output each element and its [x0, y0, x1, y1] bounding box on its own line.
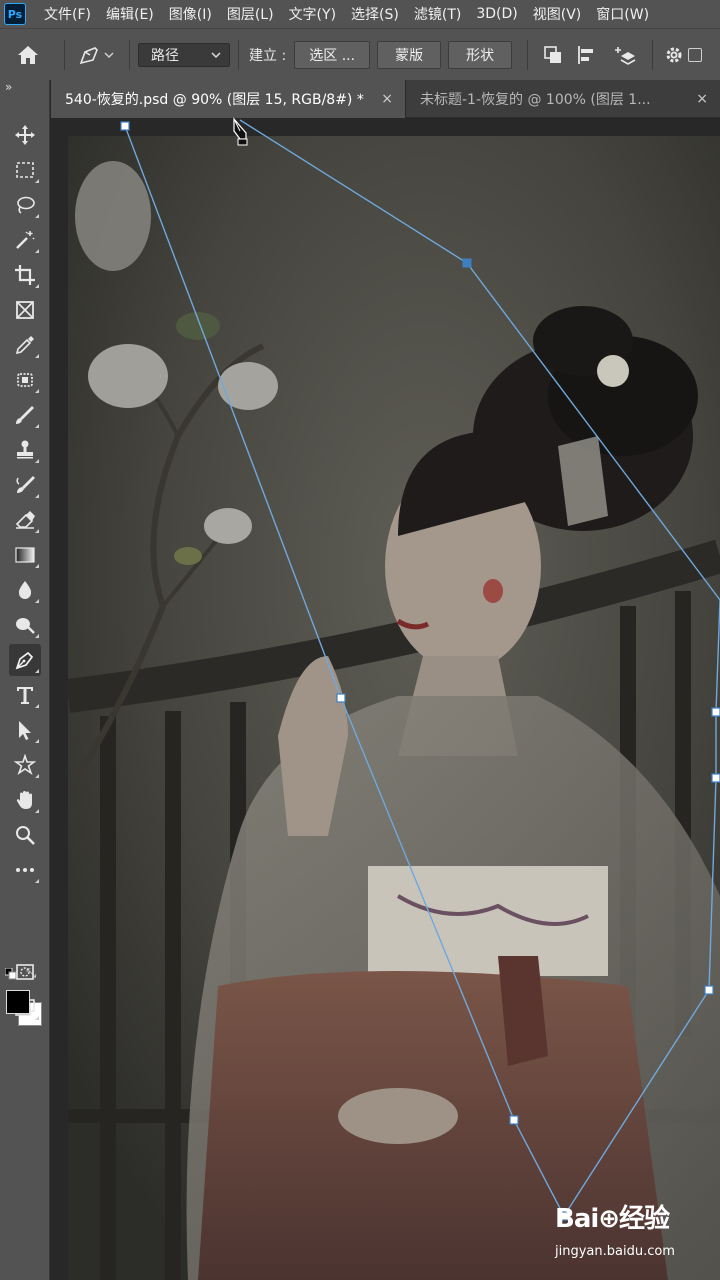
menu-3d[interactable]: 3D(D)	[476, 6, 517, 22]
stamp-tool-icon[interactable]	[9, 434, 41, 466]
options-bar: 路径 建立 : 选区 ... 蒙版 形状	[0, 28, 720, 80]
foreground-color-swatch[interactable]	[6, 990, 30, 1014]
path-alignment-icon[interactable]	[570, 35, 604, 75]
zoom-tool-icon[interactable]	[9, 819, 41, 851]
menu-file[interactable]: 文件(F)	[44, 4, 91, 24]
menu-window[interactable]: 窗口(W)	[596, 4, 649, 24]
make-shape-button[interactable]: 形状	[448, 40, 513, 69]
close-icon[interactable]: ×	[696, 91, 708, 107]
magic-wand-icon[interactable]	[9, 224, 41, 256]
gradient-tool-icon[interactable]	[9, 539, 41, 571]
crop-tool-icon[interactable]	[9, 259, 41, 291]
menu-image[interactable]: 图像(I)	[169, 4, 212, 24]
hand-tool-icon[interactable]	[9, 784, 41, 816]
chevron-down-icon	[211, 51, 221, 58]
tool-mode-value: 路径	[151, 47, 179, 64]
more-tools-icon[interactable]	[9, 854, 41, 886]
history-brush-icon[interactable]	[9, 469, 41, 501]
gear-icon[interactable]	[661, 35, 687, 75]
make-mask-button[interactable]: 蒙版	[377, 40, 442, 69]
photoshop-logo: Ps	[4, 3, 26, 25]
blur-tool-icon[interactable]	[9, 574, 41, 606]
watermark-logo: Bai⊕经验	[555, 1204, 670, 1234]
tab-document-active[interactable]: 540-恢复的.psd @ 90% (图层 15, RGB/8#) * ×	[51, 80, 405, 118]
collapse-panel-icon[interactable]: »	[5, 80, 12, 94]
document-workspace[interactable]	[51, 119, 720, 1280]
menu-select[interactable]: 选择(S)	[351, 4, 399, 24]
frame-tool-icon[interactable]	[9, 294, 41, 326]
separator	[527, 39, 529, 70]
path-arrangement-icon[interactable]	[604, 35, 644, 75]
rubber-band-checkbox[interactable]	[687, 35, 703, 75]
menu-edit[interactable]: 编辑(E)	[106, 4, 154, 24]
tab-document-inactive[interactable]: 未标题-1-恢复的 @ 100% (图层 1... ×	[405, 80, 720, 118]
separator	[129, 39, 130, 70]
patch-tool-icon[interactable]	[9, 364, 41, 396]
pen-tool-preset-icon[interactable]	[73, 35, 121, 75]
menu-type[interactable]: 文字(Y)	[289, 4, 336, 24]
baidu-jingyan-watermark: Bai⊕经验 jingyan.baidu.com	[555, 1198, 715, 1268]
tools-panel: » ⤡	[0, 80, 50, 1280]
separator	[238, 39, 239, 70]
tab-label: 未标题-1-恢复的 @ 100% (图层 1...	[420, 92, 651, 108]
make-label: 建立 :	[249, 47, 287, 64]
menu-filter[interactable]: 滤镜(T)	[414, 4, 461, 24]
move-tool-icon[interactable]	[9, 119, 41, 151]
custom-shape-icon[interactable]	[9, 749, 41, 781]
close-icon[interactable]: ×	[381, 91, 393, 107]
menu-layer[interactable]: 图层(L)	[227, 4, 274, 24]
watermark-url: jingyan.baidu.com	[555, 1244, 675, 1259]
tab-label: 540-恢复的.psd @ 90% (图层 15, RGB/8#) *	[65, 92, 364, 108]
path-selection-icon[interactable]	[9, 714, 41, 746]
path-operations-icon[interactable]	[536, 35, 570, 75]
make-selection-button[interactable]: 选区 ...	[294, 40, 371, 69]
tool-mode-select[interactable]: 路径	[138, 42, 230, 67]
menu-bar: Ps 文件(F) 编辑(E) 图像(I) 图层(L) 文字(Y) 选择(S) 滤…	[0, 0, 720, 28]
separator	[64, 39, 65, 70]
home-icon[interactable]	[0, 35, 56, 75]
document-tab-bar: 540-恢复的.psd @ 90% (图层 15, RGB/8#) * × 未标…	[51, 80, 720, 118]
brush-tool-icon[interactable]	[9, 399, 41, 431]
type-tool-icon[interactable]	[9, 679, 41, 711]
pen-tool-icon[interactable]	[9, 644, 41, 676]
document-canvas[interactable]	[68, 136, 720, 1280]
eyedropper-icon[interactable]	[9, 329, 41, 361]
marquee-tool-icon[interactable]	[9, 154, 41, 186]
lasso-tool-icon[interactable]	[9, 189, 41, 221]
eraser-tool-icon[interactable]	[9, 504, 41, 536]
dodge-tool-icon[interactable]	[9, 609, 41, 641]
pen-cursor-icon	[233, 117, 248, 146]
separator	[652, 39, 654, 70]
photo-hanfu-woman	[68, 136, 720, 1280]
quick-mask-icon[interactable]	[9, 956, 41, 988]
menu-view[interactable]: 视图(V)	[533, 4, 582, 24]
